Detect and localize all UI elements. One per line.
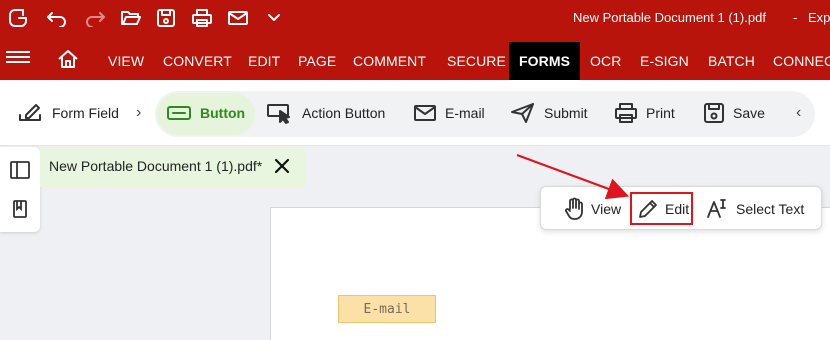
hand-icon: [565, 197, 583, 220]
print-icon: [615, 103, 637, 123]
bookmark-icon[interactable]: [10, 199, 30, 219]
menu-ocr[interactable]: OCR: [590, 36, 621, 80]
email-tool[interactable]: E-mail: [413, 80, 485, 146]
view-mode-label: View: [591, 201, 622, 217]
menu-connect[interactable]: CONNEC: [773, 36, 830, 80]
form-field-icon: [19, 104, 41, 121]
select-text-mode-label: Select Text: [736, 201, 805, 217]
form-field-button[interactable]: Form Field: [18, 80, 119, 146]
menu-edit[interactable]: EDIT: [248, 36, 280, 80]
document-tab[interactable]: New Portable Document 1 (1).pdf*: [40, 147, 306, 187]
send-icon: [511, 103, 534, 123]
edit-highlight-box: [630, 192, 693, 225]
sidebar-toggle-icon[interactable]: [10, 160, 30, 180]
title-separator: -: [793, 10, 798, 25]
submit-tool[interactable]: Submit: [510, 80, 588, 146]
print-tool-label: Print: [646, 105, 675, 121]
menu-bar: VIEW CONVERT EDIT PAGE COMMENT SECURE FO…: [0, 36, 830, 80]
save-tool[interactable]: Save: [703, 80, 765, 146]
select-text-mode-button[interactable]: Select Text: [706, 187, 804, 231]
app-logo-icon[interactable]: [3, 0, 33, 36]
close-icon[interactable]: [273, 157, 291, 175]
email-tool-label: E-mail: [445, 105, 485, 121]
menu-secure[interactable]: SECURE: [447, 36, 506, 80]
chevron-left-icon[interactable]: ‹: [796, 104, 801, 122]
menu-forms[interactable]: FORMS: [509, 42, 581, 80]
hamburger-menu-icon[interactable]: [6, 48, 30, 68]
home-icon[interactable]: [57, 49, 79, 74]
print-tool[interactable]: Print: [614, 80, 675, 146]
undo-icon[interactable]: [42, 0, 72, 36]
action-button-label: Action Button: [302, 105, 386, 121]
open-folder-icon[interactable]: [116, 0, 146, 36]
action-button-tool[interactable]: Action Button: [266, 80, 385, 146]
button-icon: [167, 106, 191, 120]
text-cursor-icon: [707, 199, 726, 218]
menu-view[interactable]: VIEW: [108, 36, 144, 80]
menu-batch[interactable]: BATCH: [708, 36, 755, 80]
menu-convert[interactable]: CONVERT: [163, 36, 232, 80]
chevron-down-icon[interactable]: [259, 0, 289, 36]
view-mode-button[interactable]: View: [563, 187, 621, 231]
email-form-field[interactable]: E-mail: [338, 295, 436, 323]
button-tool[interactable]: Button: [166, 80, 245, 146]
email-icon: [414, 105, 436, 121]
print-icon[interactable]: [187, 0, 217, 36]
chevron-right-icon[interactable]: ›: [136, 104, 141, 122]
save-icon[interactable]: [151, 0, 181, 36]
window-document-title: New Portable Document 1 (1).pdf: [573, 10, 766, 25]
save-tool-label: Save: [733, 105, 765, 121]
menu-comment[interactable]: COMMENT: [353, 36, 426, 80]
redo-icon[interactable]: [80, 0, 110, 36]
title-bar: New Portable Document 1 (1).pdf - Exp: [0, 0, 830, 36]
email-icon[interactable]: [223, 0, 253, 36]
forms-toolbar: Form Field › Button Action Button E-mail…: [0, 80, 830, 146]
action-button-icon: [267, 104, 290, 124]
form-field-label: Form Field: [52, 105, 119, 121]
button-tool-label: Button: [200, 105, 246, 121]
document-tab-label: New Portable Document 1 (1).pdf*: [49, 158, 263, 174]
menu-e-sign[interactable]: E-SIGN: [640, 36, 689, 80]
app-title: Exp: [808, 10, 830, 25]
save-icon: [704, 103, 724, 123]
left-side-panel: [0, 147, 40, 232]
submit-tool-label: Submit: [544, 105, 588, 121]
menu-page[interactable]: PAGE: [298, 36, 336, 80]
